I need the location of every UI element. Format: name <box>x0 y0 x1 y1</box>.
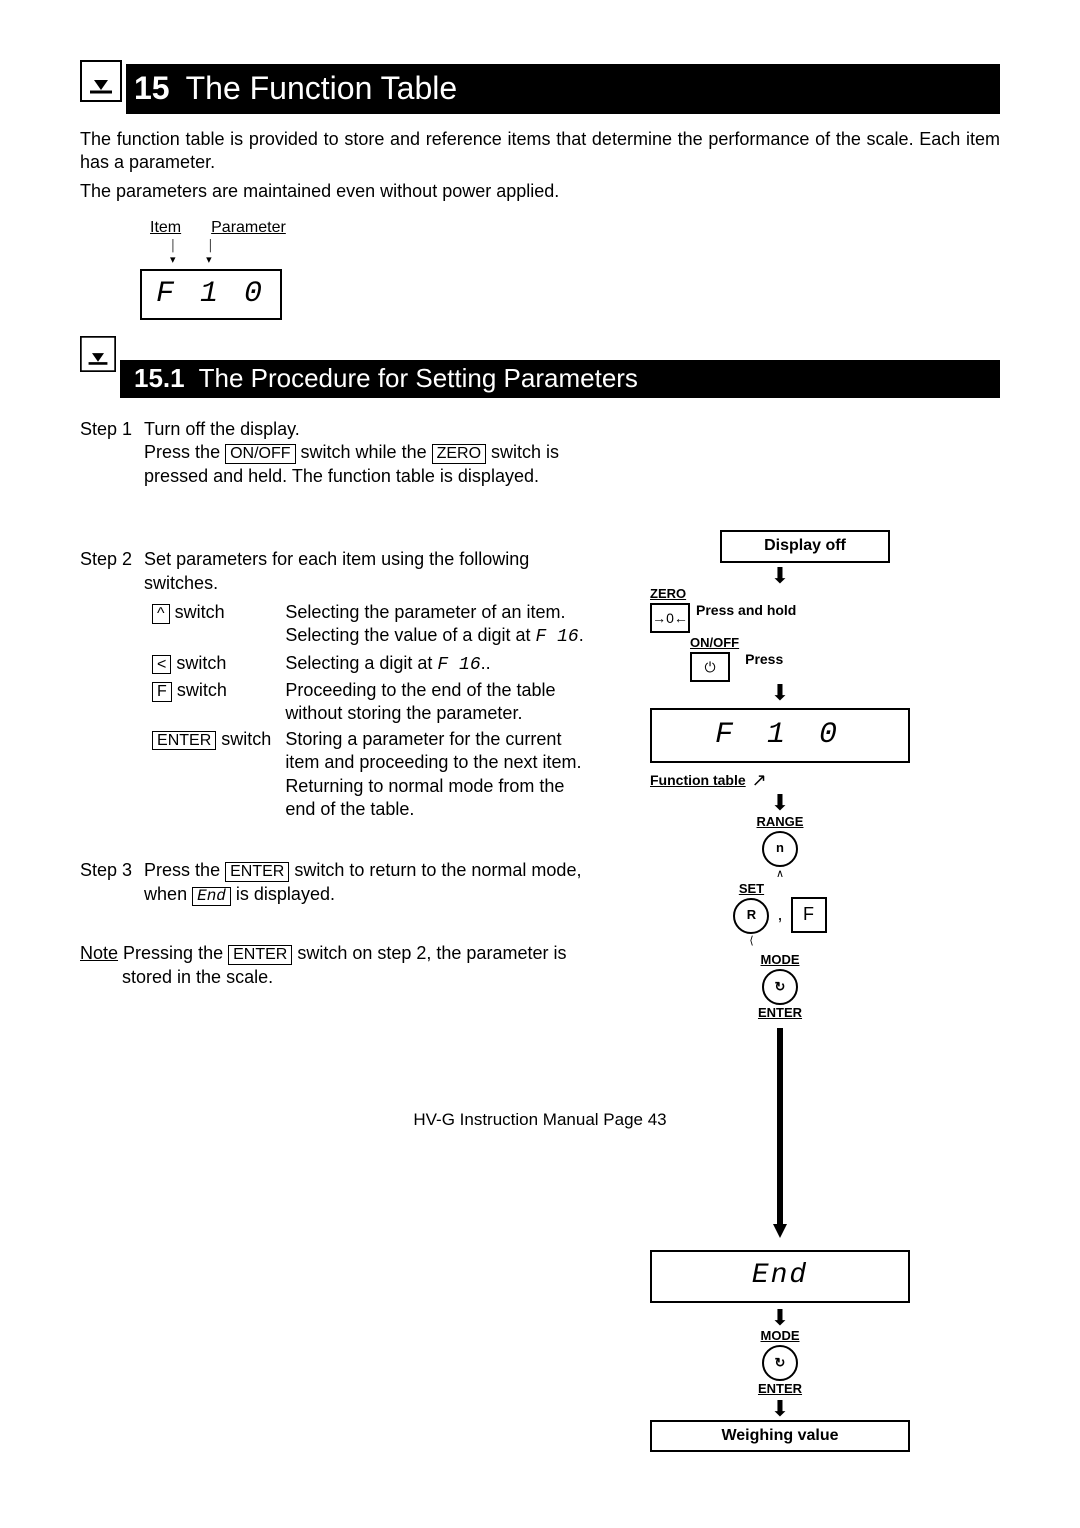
param-label: Parameter <box>211 218 286 239</box>
step1-line2: Press the ON/OFF switch while the ZERO s… <box>144 441 690 464</box>
function-table-label: Function table <box>650 771 746 789</box>
range-button-icon: n <box>762 831 798 867</box>
section-title: The Procedure for Setting Parameters <box>199 362 638 396</box>
table-row: ^ switch Selecting the parameter of an i… <box>146 601 590 650</box>
long-arrow-down-icon <box>773 1028 787 1238</box>
function-table-display: F 1 0 <box>650 708 910 763</box>
step2-intro2: switches. <box>144 572 690 595</box>
table-row: < switch Selecting a digit at F 16.. <box>146 652 590 677</box>
display-off-box: Display off <box>720 530 890 563</box>
step1-line3: pressed and held. The function table is … <box>144 465 690 488</box>
onoff-button-icon: ⏻ <box>690 652 730 682</box>
end-display: End <box>650 1250 910 1302</box>
enter-label: ENTER <box>650 1005 910 1022</box>
step-label: Step 2 <box>80 548 132 823</box>
step-3: Step 3 Press the ENTER switch to return … <box>80 859 690 906</box>
chapter-heading: 15 The Function Table <box>126 64 1000 114</box>
note-block: Note Pressing the ENTER switch on step 2… <box>80 942 690 989</box>
keycap-f: F <box>152 682 172 702</box>
down-arrow-icon <box>80 336 116 378</box>
mode-label-2: MODE <box>650 1328 910 1345</box>
zero-button-icon: →0← <box>650 603 690 633</box>
keycap-up: ^ <box>152 604 170 624</box>
mode-button-icon: ↻ <box>762 969 798 1005</box>
section-number: 15.1 <box>120 362 199 396</box>
switch-description-table: ^ switch Selecting the parameter of an i… <box>144 599 592 824</box>
step-label: Step 1 <box>80 418 132 488</box>
intro-p2: The parameters are maintained even witho… <box>80 180 1000 203</box>
set-button-icon: R <box>733 898 769 934</box>
set-label: SET <box>733 881 769 898</box>
seg-display-sample: F 1 0 <box>140 269 282 320</box>
display-end: End <box>192 887 231 907</box>
weighing-value-box: Weighing value <box>650 1420 910 1453</box>
mode-button-icon: ↻ <box>762 1345 798 1381</box>
onoff-label: ON/OFF <box>690 635 739 652</box>
item-parameter-diagram: Item Parameter │ │▾ ▾ F 1 0 <box>140 218 1000 320</box>
step-2: Step 2 Set parameters for each item usin… <box>80 548 690 823</box>
keycap-enter: ENTER <box>152 731 216 751</box>
chapter-title: The Function Table <box>186 68 458 110</box>
step2-intro1: Set parameters for each item using the f… <box>144 548 690 571</box>
keycap-onoff: ON/OFF <box>225 444 295 464</box>
zero-label: ZERO <box>650 586 690 603</box>
procedure-diagram: Display off ⬇ ZERO →0← Press and hold ON… <box>650 530 910 1456</box>
note-label: Note <box>80 943 118 963</box>
step-label: Step 3 <box>80 859 132 906</box>
step-1: Step 1 Turn off the display. Press the O… <box>80 418 690 488</box>
intro-p1: The function table is provided to store … <box>80 128 1000 175</box>
mode-label: MODE <box>650 952 910 969</box>
keycap-enter: ENTER <box>225 862 289 882</box>
table-row: F switch Proceeding to the end of the ta… <box>146 679 590 726</box>
f-button-icon: F <box>791 897 827 933</box>
keycap-enter: ENTER <box>228 945 292 965</box>
down-arrow-icon <box>80 60 122 108</box>
item-label: Item <box>150 218 181 239</box>
range-label: RANGE <box>650 814 910 831</box>
keycap-left: < <box>152 655 171 675</box>
press-label: Press <box>745 650 783 668</box>
section-heading: 15.1 The Procedure for Setting Parameter… <box>120 360 1000 398</box>
step1-line1: Turn off the display. <box>144 418 690 441</box>
keycap-zero: ZERO <box>432 444 486 464</box>
table-row: ENTER switch Storing a parameter for the… <box>146 728 590 822</box>
chapter-number: 15 <box>126 68 186 110</box>
press-hold-label: Press and hold <box>696 601 910 619</box>
